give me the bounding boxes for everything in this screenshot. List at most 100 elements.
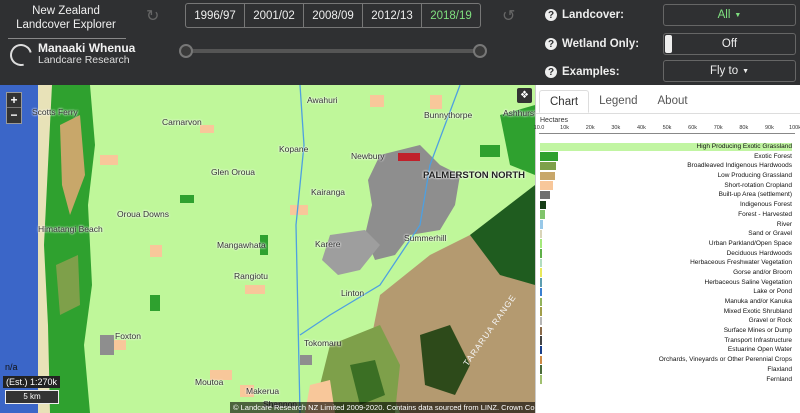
- chart-bar[interactable]: [540, 190, 551, 200]
- chart-row[interactable]: Herbaceous Freshwater Vegetation: [540, 258, 798, 268]
- chart-category-label: Herbaceous Freshwater Vegetation: [690, 259, 792, 267]
- axis-tick-label: 80k: [739, 125, 749, 131]
- zoom-in-button[interactable]: +: [7, 93, 21, 108]
- chart-bar[interactable]: [540, 210, 545, 219]
- chart-bar[interactable]: [540, 152, 558, 161]
- chart-category-label: Urban Parkland/Open Space: [708, 239, 792, 247]
- year-selector: 1996/97 2001/02 2008/09 2012/13 2018/19: [185, 3, 481, 28]
- chart-row[interactable]: Fernland: [540, 375, 798, 385]
- slider-handle-start[interactable]: [179, 44, 193, 58]
- landcover-dropdown[interactable]: All ▼: [663, 4, 796, 26]
- examples-label: ? Examples:: [545, 66, 620, 78]
- chart-bar[interactable]: [540, 375, 542, 384]
- slider-handle-end[interactable]: [473, 44, 487, 58]
- chart-row[interactable]: Deciduous Hardwoods: [540, 249, 798, 259]
- year-button-1996[interactable]: 1996/97: [186, 4, 245, 27]
- chart-row[interactable]: Transport Infrastructure: [540, 336, 798, 346]
- chart-row[interactable]: River: [540, 220, 798, 230]
- axis-line: [539, 133, 795, 134]
- wetland-toggle[interactable]: Off: [663, 33, 796, 55]
- chart-bar[interactable]: [540, 355, 542, 365]
- chart-row[interactable]: Estuarine Open Water: [540, 345, 798, 355]
- place-label: Linton: [341, 288, 365, 298]
- chart-row[interactable]: Indigenous Forest: [540, 200, 798, 210]
- chart-row[interactable]: Surface Mines or Dump: [540, 326, 798, 336]
- map-attribution: © Landcare Research NZ Limited 2009-2020…: [230, 402, 535, 413]
- chart-bar[interactable]: [540, 258, 542, 268]
- landcover-label: ? Landcover:: [545, 9, 624, 21]
- scale-bar: 5 km: [5, 390, 59, 404]
- chart-category-label: Estuarine Open Water: [727, 346, 792, 354]
- chart-row[interactable]: Forest - Harvested: [540, 210, 798, 220]
- year-button-2012[interactable]: 2012/13: [363, 4, 422, 27]
- chart-bar[interactable]: [540, 249, 542, 258]
- manaaki-whenua-logo-icon: [5, 39, 37, 71]
- chart-row[interactable]: Lake or Pond: [540, 287, 798, 297]
- side-panel: Chart Legend About Hectares 10.0 10k 20k 30…: [533, 85, 800, 413]
- place-label: Tokomaru: [304, 338, 342, 348]
- place-label: Kopane: [279, 144, 309, 154]
- chart-bar[interactable]: [540, 316, 542, 326]
- chart-row[interactable]: Gravel or Rock: [540, 316, 798, 326]
- help-icon[interactable]: ?: [545, 38, 557, 50]
- chart-row[interactable]: High Producing Exotic Grassland: [540, 142, 798, 152]
- play-forward-icon[interactable]: ↻: [146, 9, 159, 25]
- chart-row[interactable]: Built-up Area (settlement): [540, 190, 798, 200]
- chart-bar[interactable]: [540, 220, 544, 229]
- chart-row[interactable]: Broadleaved Indigenous Hardwoods: [540, 161, 798, 171]
- chart-bar[interactable]: [540, 171, 556, 181]
- tab-legend[interactable]: Legend: [589, 90, 647, 113]
- chart-bar[interactable]: [540, 239, 542, 248]
- help-icon[interactable]: ?: [545, 9, 557, 21]
- chart-bar[interactable]: [540, 161, 557, 171]
- chart-row[interactable]: Urban Parkland/Open Space: [540, 239, 798, 249]
- chart-category-label: Exotic Forest: [754, 152, 792, 160]
- year-button-2018[interactable]: 2018/19: [422, 4, 480, 27]
- chart-bar[interactable]: [540, 365, 542, 374]
- year-button-2008[interactable]: 2008/09: [304, 4, 363, 27]
- top-bar: New Zealand Landcover Explorer Manaaki W…: [0, 0, 800, 85]
- chart-row[interactable]: Short-rotation Cropland: [540, 181, 798, 191]
- chart-bar[interactable]: [540, 200, 546, 210]
- history-icon[interactable]: ↺: [502, 9, 515, 25]
- zoom-out-button[interactable]: −: [7, 108, 21, 123]
- year-button-2001[interactable]: 2001/02: [245, 4, 304, 27]
- scale-na: n/a: [5, 362, 18, 372]
- place-label: Carnarvon: [162, 117, 202, 127]
- chart-row[interactable]: Flaxland: [540, 365, 798, 375]
- chart-row[interactable]: Gorse and/or Broom: [540, 268, 798, 278]
- chart-bar[interactable]: [540, 336, 542, 345]
- app-title[interactable]: New Zealand Landcover Explorer: [6, 4, 126, 32]
- examples-dropdown[interactable]: Fly to ▼: [663, 60, 796, 82]
- chart-bar[interactable]: [540, 268, 542, 277]
- place-label: Newbury: [351, 151, 385, 161]
- chart-row[interactable]: Herbaceous Saline Vegetation: [540, 278, 798, 288]
- help-icon[interactable]: ?: [545, 66, 557, 78]
- chart-row[interactable]: Sand or Gravel: [540, 229, 798, 239]
- place-label: PALMERSTON NORTH: [423, 170, 526, 181]
- chart-bar[interactable]: [540, 287, 542, 297]
- chart-bar[interactable]: [540, 278, 542, 287]
- chart-row[interactable]: Orchards, Vineyards or Other Perennial C…: [540, 355, 798, 365]
- chart-bar[interactable]: [540, 307, 542, 316]
- chart-bar[interactable]: [540, 297, 542, 306]
- chart-row[interactable]: Low Producing Grassland: [540, 171, 798, 181]
- tools-icon[interactable]: ❖: [517, 88, 532, 103]
- chart-category-label: Short-rotation Cropland: [724, 181, 792, 189]
- chart-category-label: River: [776, 220, 792, 228]
- chart-row[interactable]: Exotic Forest: [540, 152, 798, 162]
- app-title-line1: New Zealand: [32, 5, 100, 17]
- landcover-map[interactable]: + − ❖ Scotts Ferry Awahuri Bunnythorpe A…: [0, 85, 535, 413]
- tab-chart[interactable]: Chart: [539, 90, 590, 113]
- place-label: Foxton: [115, 331, 141, 341]
- place-label: Moutoa: [195, 377, 224, 387]
- chart-bar[interactable]: [540, 345, 542, 355]
- chart-bar[interactable]: [540, 181, 554, 190]
- chart-bar[interactable]: [540, 326, 542, 336]
- chart-row[interactable]: Mixed Exotic Shrubland: [540, 307, 798, 317]
- chart-row[interactable]: Manuka and/or Kanuka: [540, 297, 798, 307]
- axis-tick-label: 10.0: [533, 125, 545, 131]
- chart-bar[interactable]: [540, 229, 543, 239]
- tab-about[interactable]: About: [648, 90, 698, 113]
- year-range-slider[interactable]: [179, 44, 487, 58]
